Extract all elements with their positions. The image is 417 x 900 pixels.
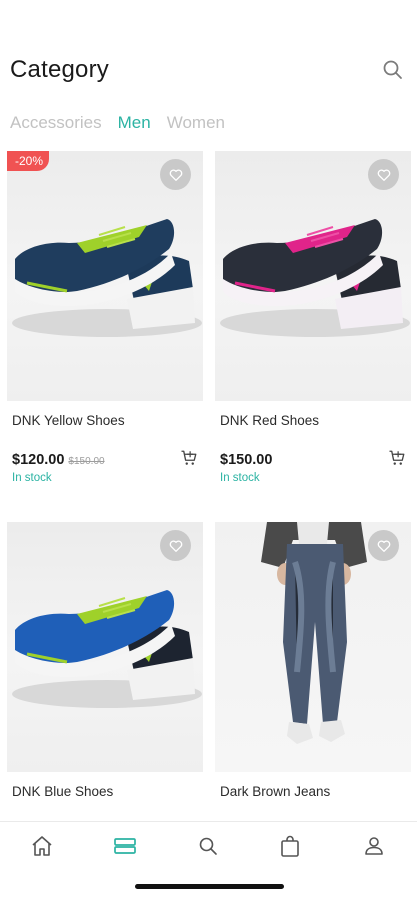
category-icon <box>114 838 136 854</box>
add-to-cart-button[interactable] <box>180 449 198 467</box>
stock-status: In stock <box>220 472 260 484</box>
favorite-button[interactable] <box>160 159 191 190</box>
search-button[interactable] <box>381 58 405 82</box>
heart-icon <box>377 539 390 552</box>
nav-home[interactable] <box>30 834 54 858</box>
favorite-button[interactable] <box>368 159 399 190</box>
product-name[interactable]: DNK Red Shoes <box>220 413 319 428</box>
product-image[interactable] <box>215 151 411 401</box>
product-card[interactable]: Dark Brown Jeans <box>215 522 411 799</box>
product-image[interactable] <box>7 522 203 772</box>
home-icon <box>32 836 52 856</box>
cart-icon <box>181 450 197 465</box>
product-card[interactable]: DNK Blue Shoes <box>7 522 203 799</box>
nav-search[interactable] <box>196 834 220 858</box>
search-icon <box>199 837 217 855</box>
bag-icon <box>281 835 299 857</box>
favorite-button[interactable] <box>368 530 399 561</box>
product-name[interactable]: Dark Brown Jeans <box>220 784 330 799</box>
product-old-price: $150.00 <box>68 456 105 467</box>
tab-accessories[interactable]: Accessories <box>10 113 102 135</box>
product-card[interactable]: -20% DNK Yellow Shoes $120.00 $150.00 In … <box>7 151 203 484</box>
header: Category <box>0 0 417 100</box>
product-name[interactable]: DNK Yellow Shoes <box>12 413 125 428</box>
bottom-navigation <box>0 821 417 872</box>
home-indicator <box>135 884 284 889</box>
product-image[interactable] <box>215 522 411 772</box>
heart-icon <box>377 168 390 181</box>
cart-icon <box>389 450 405 465</box>
heart-icon <box>169 539 182 552</box>
tab-women[interactable]: Women <box>167 113 225 135</box>
page-title: Category <box>10 56 109 83</box>
product-price: $120.00 <box>12 452 65 468</box>
add-to-cart-button[interactable] <box>388 449 406 467</box>
heart-icon <box>169 168 182 181</box>
nav-bag[interactable] <box>278 834 302 858</box>
favorite-button[interactable] <box>160 530 191 561</box>
discount-badge: -20% <box>7 151 50 171</box>
product-price: $150.00 <box>220 452 273 468</box>
product-image[interactable]: -20% <box>7 151 203 401</box>
tab-men[interactable]: Men <box>118 113 151 135</box>
price-row: $120.00 $150.00 <box>12 449 198 471</box>
price-row: $150.00 <box>220 449 406 471</box>
product-name[interactable]: DNK Blue Shoes <box>12 784 113 799</box>
nav-profile[interactable] <box>362 834 386 858</box>
stock-status: In stock <box>12 472 52 484</box>
search-icon <box>383 60 402 79</box>
category-tabs: Accessories Men Women <box>10 113 225 135</box>
profile-icon <box>365 837 383 855</box>
product-card[interactable]: DNK Red Shoes $150.00 In stock <box>215 151 411 484</box>
nav-category[interactable] <box>113 834 137 858</box>
